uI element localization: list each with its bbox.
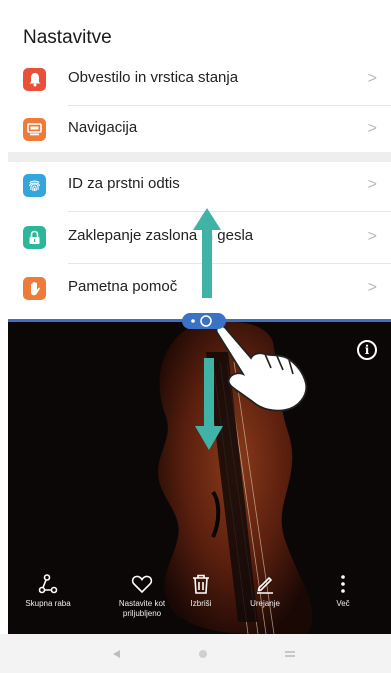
chevron-right-icon: >	[367, 120, 377, 137]
settings-pane: Nastavitve Obvestilo in vrstica stanja >…	[0, 0, 391, 322]
recents-icon[interactable]	[284, 649, 296, 659]
settings-header: Nastavitve	[0, 0, 391, 62]
gallery-pane: i Skupna raba Nastavite kot priljubljeno…	[8, 322, 391, 634]
back-icon[interactable]	[112, 649, 122, 659]
favorite-button[interactable]: Nastavite kot priljubljeno	[102, 572, 182, 619]
divider	[68, 263, 391, 264]
share-icon	[13, 572, 83, 596]
settings-item-label: Pametna pomoč	[68, 278, 178, 295]
settings-item-label: Navigacija	[68, 119, 138, 136]
split-screen-handle[interactable]	[182, 313, 226, 329]
share-label: Skupna raba	[25, 599, 71, 608]
lock-icon	[23, 226, 46, 249]
delete-label: Izbriši	[190, 599, 212, 608]
favorite-label: Nastavite kot priljubljeno	[118, 599, 166, 618]
settings-item-label: ID za prstni odtis	[68, 175, 180, 192]
swipe-up-arrow-icon	[193, 208, 221, 298]
hand-icon	[23, 277, 46, 300]
more-label: Več	[336, 599, 350, 608]
navigation-bar	[0, 634, 391, 673]
section-separator	[8, 152, 391, 162]
edit-button[interactable]: Urejanje	[235, 572, 295, 609]
fingerprint-icon	[23, 174, 46, 197]
settings-item-fingerprint[interactable]: ID za prstni odtis >	[8, 162, 391, 212]
page-title: Nastavitve	[23, 27, 112, 48]
edit-label: Urejanje	[250, 599, 280, 608]
chevron-right-icon: >	[367, 228, 377, 245]
heart-icon	[102, 572, 182, 596]
edit-pencil-icon	[235, 572, 295, 596]
trash-icon	[171, 572, 231, 596]
more-button[interactable]: Več	[313, 572, 373, 609]
info-button[interactable]: i	[357, 340, 377, 360]
gallery-toolbar: Skupna raba Nastavite kot priljubljeno I…	[8, 572, 391, 632]
settings-item-label: Obvestilo in vrstica stanja	[68, 69, 239, 86]
settings-item-notifications[interactable]: Obvestilo in vrstica stanja >	[8, 56, 391, 106]
share-button[interactable]: Skupna raba	[13, 572, 83, 609]
notification-bell-icon	[23, 68, 46, 91]
home-icon[interactable]	[198, 649, 208, 659]
settings-group-1: Obvestilo in vrstica stanja > Navigacija…	[8, 62, 391, 154]
settings-item-label: Zaklepanje zaslona in gesla	[68, 227, 254, 244]
chevron-right-icon: >	[367, 70, 377, 87]
hand-gesture-icon	[215, 325, 308, 412]
settings-item-navigation[interactable]: Navigacija >	[8, 106, 391, 156]
delete-button[interactable]: Izbriši	[171, 572, 231, 609]
chevron-right-icon: >	[367, 176, 377, 193]
chevron-right-icon: >	[367, 279, 377, 296]
divider	[68, 211, 391, 212]
navigation-icon	[23, 118, 46, 141]
more-vertical-icon	[313, 572, 373, 596]
